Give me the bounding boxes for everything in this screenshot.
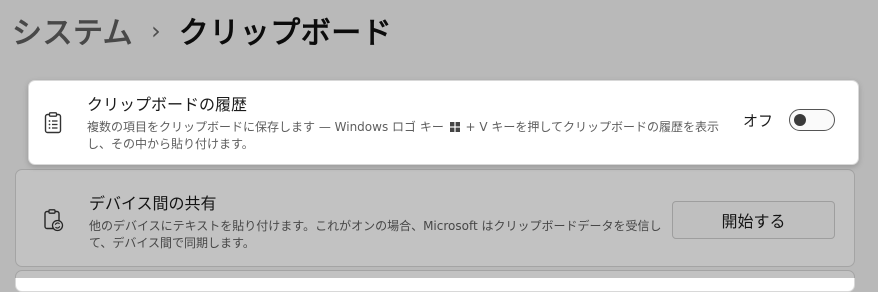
clipboard-history-toggle-group: オフ xyxy=(743,109,835,131)
clipboard-history-title: クリップボードの履歴 xyxy=(87,95,248,114)
toggle-state-label: オフ xyxy=(742,111,773,130)
windows-logo-icon xyxy=(449,120,460,132)
clipboard-list-icon xyxy=(41,111,65,135)
clipboard-history-toggle[interactable] xyxy=(789,109,835,131)
description-part-1: 複数の項目をクリップボードに保存します — Windows ロゴ キー xyxy=(87,120,444,134)
toggle-knob xyxy=(794,114,806,126)
clipboard-history-card: クリップボードの履歴 複数の項目をクリップボードに保存します — Windows… xyxy=(28,80,859,165)
clipboard-history-description: 複数の項目をクリップボードに保存します — Windows ロゴ キー + V … xyxy=(87,119,737,153)
